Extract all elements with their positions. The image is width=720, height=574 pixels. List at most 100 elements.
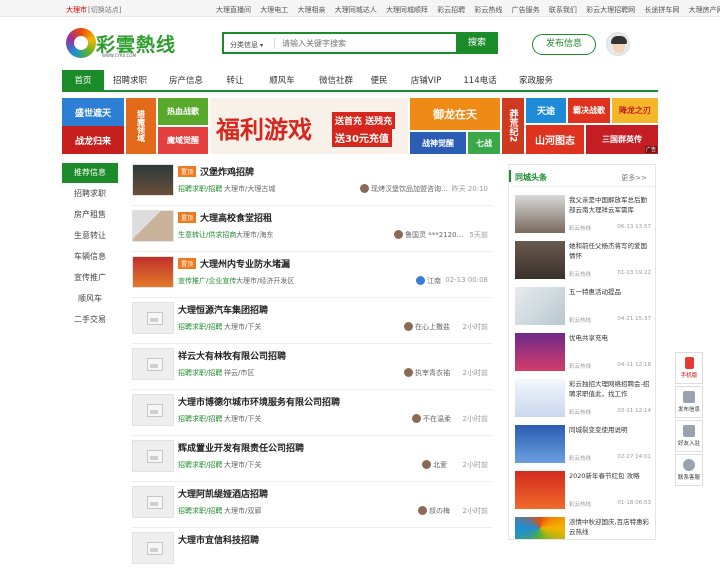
banner-ad[interactable]: 战龙归来 <box>62 126 124 154</box>
nav-property[interactable]: 房产信息 <box>164 70 208 92</box>
current-city[interactable]: 大理市 <box>66 5 87 15</box>
news-thumbnail[interactable] <box>515 425 565 463</box>
leftnav-item-carpool[interactable]: 顺风车 <box>62 288 118 309</box>
list-item[interactable]: 置顶 大理高校食堂招租 生意转让/供求招商 大理市/海东 鲁国灵 ***2120.… <box>132 206 492 252</box>
leftnav-item-property[interactable]: 房产租售 <box>62 204 118 225</box>
listing-category[interactable]: 招聘求职/招聘 <box>178 414 222 424</box>
top-link[interactable]: 大理同城顺拜 <box>386 6 428 14</box>
user-avatar[interactable] <box>606 32 630 56</box>
news-thumbnail[interactable] <box>515 471 565 509</box>
listing-thumbnail[interactable] <box>132 210 174 242</box>
top-link[interactable]: 彩云招聘 <box>437 6 465 14</box>
news-item[interactable]: 同城裂变变使用说明 彩云热线 02-27 14:01 <box>515 425 653 467</box>
more-link[interactable]: 更多>> <box>621 173 647 183</box>
list-item[interactable]: 大理市宜信科技招聘 <box>132 528 492 574</box>
placeholder-image-icon[interactable] <box>132 302 174 334</box>
leftnav-item-promotion[interactable]: 宣传推广 <box>62 267 118 288</box>
list-item[interactable]: 辉成置业开发有限责任公司招聘 招聘求职/招聘 大理市/下关 北爱 2小时前 <box>132 436 492 482</box>
nav-jobs[interactable]: 招聘求职 <box>108 70 152 92</box>
post-info-button[interactable]: 发布信息 <box>532 34 596 55</box>
news-title[interactable]: 优电共享充电 <box>569 333 653 343</box>
listing-title[interactable]: 置顶 大理高校食堂招租 <box>178 211 272 224</box>
news-item[interactable]: 我父亲是中国解放军总后勤部云南大理祥云军需库 彩云热线 06-13 13:57 <box>515 195 653 237</box>
top-link[interactable]: 大理直播间 <box>216 6 251 14</box>
top-link[interactable]: 广告服务 <box>512 6 540 14</box>
switch-site-link[interactable]: [切换站点] <box>88 5 121 15</box>
nav-114-phone[interactable]: 114电话 <box>460 70 500 92</box>
banner-ad[interactable]: 七战 <box>468 132 500 154</box>
placeholder-image-icon[interactable] <box>132 348 174 380</box>
listing-category[interactable]: 招聘求职/招聘 <box>178 506 222 516</box>
listing-category[interactable]: 招聘求职/招聘 <box>178 322 222 332</box>
listing-title[interactable]: 置顶 大理州内专业防水堵漏 <box>178 257 290 270</box>
news-title[interactable]: 我父亲是中国解放军总后勤部云南大理祥云军需库 <box>569 195 653 215</box>
news-thumbnail[interactable] <box>515 241 565 279</box>
recommend-nav-title[interactable]: 推荐信息 <box>62 163 118 183</box>
listing-category[interactable]: 生意转让/供求招商 <box>178 230 236 240</box>
list-item[interactable]: 祥云大有林牧有限公司招聘 招聘求职/招聘 祥云/市区 执宰青衣袖 2小时前 <box>132 344 492 390</box>
top-link[interactable]: 大理房产网 <box>689 6 720 14</box>
top-link[interactable]: 大理同城达人 <box>335 6 377 14</box>
search-input[interactable] <box>282 37 452 50</box>
top-link[interactable]: 大理电工 <box>260 6 288 14</box>
banner-ad[interactable]: 盛世遮天 <box>62 98 124 126</box>
banner-promo[interactable]: 福利游戏 送首充 送残充 送30元充值 <box>210 98 408 154</box>
banner-ad[interactable]: 战神觉醒 <box>410 132 466 154</box>
top-link[interactable]: 彩云大理招聘网 <box>586 6 635 14</box>
banner-ad[interactable]: 霸决战歌 <box>568 98 610 123</box>
listing-category[interactable]: 招聘求职/招聘 <box>178 460 222 470</box>
banner-ad[interactable]: 山河图志 <box>526 125 584 154</box>
nav-home[interactable]: 首页 <box>62 70 104 92</box>
news-title[interactable]: 她和前任父杨杰将写的爱国情怀 <box>569 241 653 261</box>
news-thumbnail[interactable] <box>515 517 565 539</box>
site-logo[interactable]: 彩雲熱线 WWW.CYRX.COM <box>66 28 176 62</box>
nav-shop-vip[interactable]: 店铺VIP <box>406 70 446 92</box>
news-title[interactable]: 彩云独招大理网络招聘会-招聘求职值此，找工作 <box>569 379 653 399</box>
placeholder-image-icon[interactable] <box>132 532 174 564</box>
news-item[interactable]: 浓情中秋迎国庆,百店特惠彩云热线 <box>515 517 653 539</box>
leftnav-item-business[interactable]: 生意转让 <box>62 225 118 246</box>
nav-convenience[interactable]: 便民 <box>367 70 391 92</box>
news-thumbnail[interactable] <box>515 333 565 371</box>
list-item[interactable]: 大理阿凯缇娅酒店招聘 招聘求职/招聘 大理市/双廊 叔の梅 2小时前 <box>132 482 492 528</box>
float-support-button[interactable]: 联系客服 <box>675 454 703 486</box>
banner-ad[interactable]: 御龙在天 <box>410 98 500 130</box>
top-link[interactable]: 长途拼车网 <box>644 6 679 14</box>
news-title[interactable]: 浓情中秋迎国庆,百店特惠彩云热线 <box>569 517 653 537</box>
float-post-button[interactable]: 发布信息 <box>675 386 703 418</box>
news-thumbnail[interactable] <box>515 287 565 325</box>
listing-category[interactable]: 招聘求职/招聘 <box>178 184 222 194</box>
leftnav-item-vehicles[interactable]: 车辆信息 <box>62 246 118 267</box>
placeholder-image-icon[interactable] <box>132 394 174 426</box>
banner-ad[interactable]: 热血战歌 <box>158 98 208 125</box>
nav-wechat-groups[interactable]: 微信社群 <box>312 70 360 92</box>
float-mobile-button[interactable]: 手机版 <box>675 352 703 384</box>
listing-category[interactable]: 宣传推广/企业宣传 <box>178 276 236 286</box>
banner-ad[interactable]: 降龙之刃 <box>612 98 658 123</box>
listing-thumbnail[interactable] <box>132 164 174 196</box>
banner-ad[interactable]: 猎魔领域 <box>126 98 156 154</box>
banner-ad[interactable]: 天途 <box>526 98 566 123</box>
news-title[interactable]: 五一特惠活动提品 <box>569 287 653 297</box>
list-item[interactable]: 置顶 大理州内专业防水堵漏 宣传推广/企业宣传 大理市/经济开发区 江南 02-1… <box>132 252 492 298</box>
nav-transfer[interactable]: 转让 <box>220 70 250 92</box>
listing-title[interactable]: 辉成置业开发有限责任公司招聘 <box>178 441 304 454</box>
float-shop-button[interactable]: 好友入驻 <box>675 420 703 452</box>
list-item[interactable]: 大理市博德尔城市环境服务有限公司招聘 招聘求职/招聘 大理市/下关 不在温柔 2… <box>132 390 492 436</box>
listing-category[interactable]: 招聘求职/招聘 <box>178 368 222 378</box>
news-title[interactable]: 2020新年春节红包 攻略 <box>569 471 653 481</box>
placeholder-image-icon[interactable] <box>132 440 174 472</box>
list-item[interactable]: 大理恒源汽车集团招聘 招聘求职/招聘 大理市/下关 在心上撒盐 2小时前 <box>132 298 492 344</box>
list-item[interactable]: 置顶 汉堡炸鸡招牌 招聘求职/招聘 大理市/大理古城 现烤汉堡饮品加盟咨询... … <box>132 160 492 206</box>
listing-title[interactable]: 大理市博德尔城市环境服务有限公司招聘 <box>178 395 340 408</box>
listing-title[interactable]: 置顶 汉堡炸鸡招牌 <box>178 165 254 178</box>
banner-ad[interactable]: 莽荒纪2 <box>502 98 524 154</box>
news-thumbnail[interactable] <box>515 379 565 417</box>
top-link[interactable]: 大理相亲 <box>297 6 325 14</box>
leftnav-item-secondhand[interactable]: 二手交易 <box>62 309 118 330</box>
news-item[interactable]: 优电共享充电 彩云热线 04-11 12:18 <box>515 333 653 375</box>
news-item[interactable]: 彩云独招大理网络招聘会-招聘求职值此，找工作 彩云热线 03-11 12:14 <box>515 379 653 421</box>
listing-title[interactable]: 大理阿凯缇娅酒店招聘 <box>178 487 268 500</box>
news-thumbnail[interactable] <box>515 195 565 233</box>
nav-carpool[interactable]: 顺风车 <box>260 70 304 92</box>
